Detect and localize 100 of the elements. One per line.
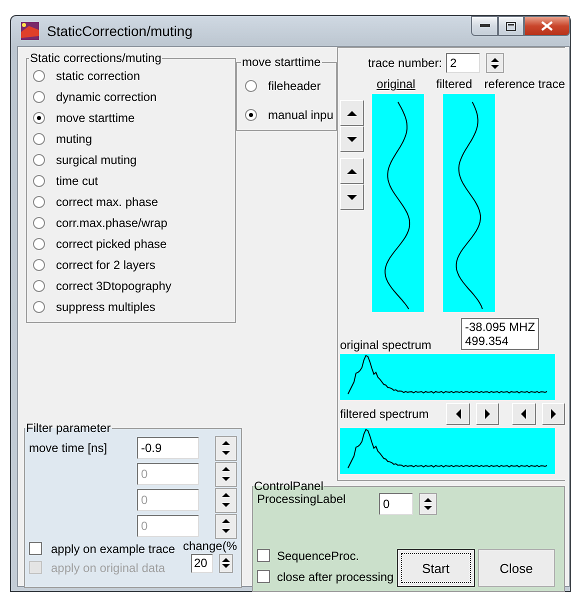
down-arrow-icon <box>491 64 500 68</box>
down-button[interactable] <box>340 126 364 152</box>
radio-button[interactable] <box>33 154 45 166</box>
up-arrow-icon <box>491 58 500 62</box>
checkbox-label: apply on example trace <box>51 542 176 556</box>
spin-buttons[interactable] <box>419 493 437 515</box>
down-arrow-icon <box>222 450 230 455</box>
checkbox[interactable] <box>257 549 270 562</box>
readout-value: -38.095 MHZ <box>465 320 536 334</box>
radio-button[interactable] <box>33 280 45 292</box>
up-arrow-icon <box>347 110 357 116</box>
radio-label: manual inpu <box>268 108 334 122</box>
radio-button[interactable] <box>245 109 257 122</box>
number-field[interactable]: -0.9 <box>137 437 199 459</box>
radio-button[interactable] <box>33 259 45 272</box>
readout-value: 499.354 <box>465 334 508 348</box>
right-button[interactable] <box>542 403 565 425</box>
spin-buttons[interactable] <box>219 554 233 572</box>
up-button[interactable] <box>340 100 364 126</box>
down-arrow-icon <box>347 136 357 142</box>
field-label: change(% <box>182 539 237 553</box>
left-button[interactable] <box>446 403 470 425</box>
group-legend: Filter parameter <box>25 421 112 435</box>
radio-button[interactable] <box>33 90 45 103</box>
checkbox[interactable] <box>29 542 42 555</box>
checkbox[interactable] <box>257 570 270 583</box>
down-arrow-icon <box>347 194 357 200</box>
right-arrow-icon <box>485 409 490 419</box>
close-icon <box>541 21 553 31</box>
radio-button[interactable] <box>245 80 257 92</box>
app-icon <box>21 22 39 40</box>
up-arrow-icon <box>222 467 230 472</box>
left-arrow-icon <box>521 409 526 419</box>
radio-label: dynamic correction <box>56 90 157 104</box>
down-arrow-icon <box>222 564 230 568</box>
column-heading: reference trace <box>484 77 565 91</box>
radio-button[interactable] <box>33 217 45 230</box>
left-arrow-icon <box>456 409 461 419</box>
checkbox-label: close after processing <box>277 570 394 584</box>
number-field[interactable]: 2 <box>446 53 480 73</box>
radio-button[interactable] <box>33 238 45 250</box>
left-button[interactable] <box>512 403 536 425</box>
spectrum-label: original spectrum <box>340 338 432 354</box>
checkbox-label: SequenceProc. <box>277 548 360 562</box>
up-arrow-icon <box>222 519 230 524</box>
radio-button[interactable] <box>33 112 45 124</box>
right-button[interactable] <box>476 403 500 425</box>
up-button[interactable] <box>340 158 364 184</box>
down-arrow-icon <box>424 506 432 510</box>
radio-label: surgical muting <box>56 152 137 167</box>
window-title: StaticCorrection/muting <box>47 23 193 39</box>
spin-buttons[interactable] <box>215 462 237 486</box>
down-arrow-icon <box>222 528 230 533</box>
group-legend: move starttime <box>241 56 322 69</box>
checkbox-label: apply on original data <box>51 560 166 574</box>
spin-buttons[interactable] <box>215 436 237 460</box>
spin-buttons[interactable] <box>215 514 237 538</box>
minimize-button[interactable] <box>471 16 498 36</box>
radio-label: move starttime <box>56 110 135 125</box>
up-arrow-icon <box>347 168 357 174</box>
radio-label: suppress multiples <box>56 300 156 314</box>
number-field[interactable]: 0 <box>379 493 413 515</box>
column-heading: original <box>376 77 416 91</box>
group-legend: Static corrections/muting <box>29 51 162 65</box>
down-arrow-icon <box>222 502 230 507</box>
group-legend: ControlPanel <box>253 481 324 492</box>
minimize-icon <box>480 24 490 28</box>
field-label: trace number: <box>368 56 442 70</box>
number-field[interactable]: 20 <box>191 554 213 572</box>
radio-button[interactable] <box>33 132 45 145</box>
maximize-icon <box>506 22 516 30</box>
dialog-button[interactable]: Close <box>478 549 555 587</box>
field-label: ProcessingLabel <box>257 492 347 506</box>
spin-buttons[interactable] <box>486 53 504 73</box>
radio-button[interactable] <box>33 70 45 82</box>
radio-label: corr.max.phase/wrap <box>56 216 168 230</box>
dialog-button[interactable]: Start <box>396 549 475 587</box>
up-arrow-icon <box>222 493 230 498</box>
radio-button[interactable] <box>33 301 45 314</box>
close-button[interactable] <box>524 16 570 36</box>
down-arrow-icon <box>222 476 230 481</box>
radio-label: correct for 2 layers <box>56 258 156 272</box>
up-arrow-icon <box>222 558 230 562</box>
spectrum-label: filtered spectrum <box>340 407 430 421</box>
spin-buttons[interactable] <box>215 488 237 512</box>
right-arrow-icon <box>550 409 556 419</box>
radio-label: correct picked phase <box>56 237 167 252</box>
radio-label: fileheader <box>268 78 321 93</box>
up-arrow-icon <box>424 498 432 502</box>
field-label: move time [ns] <box>29 441 108 455</box>
up-arrow-icon <box>222 441 230 446</box>
column-heading: filtered <box>435 77 474 91</box>
radio-label: muting <box>56 132 92 146</box>
maximize-button[interactable] <box>498 16 524 36</box>
radio-button[interactable] <box>33 174 45 187</box>
radio-label: time cut <box>56 174 98 188</box>
radio-button[interactable] <box>33 196 45 208</box>
radio-label: correct 3Dtopography <box>56 279 172 294</box>
radio-label: correct max. phase <box>56 195 158 209</box>
down-button[interactable] <box>340 184 364 210</box>
